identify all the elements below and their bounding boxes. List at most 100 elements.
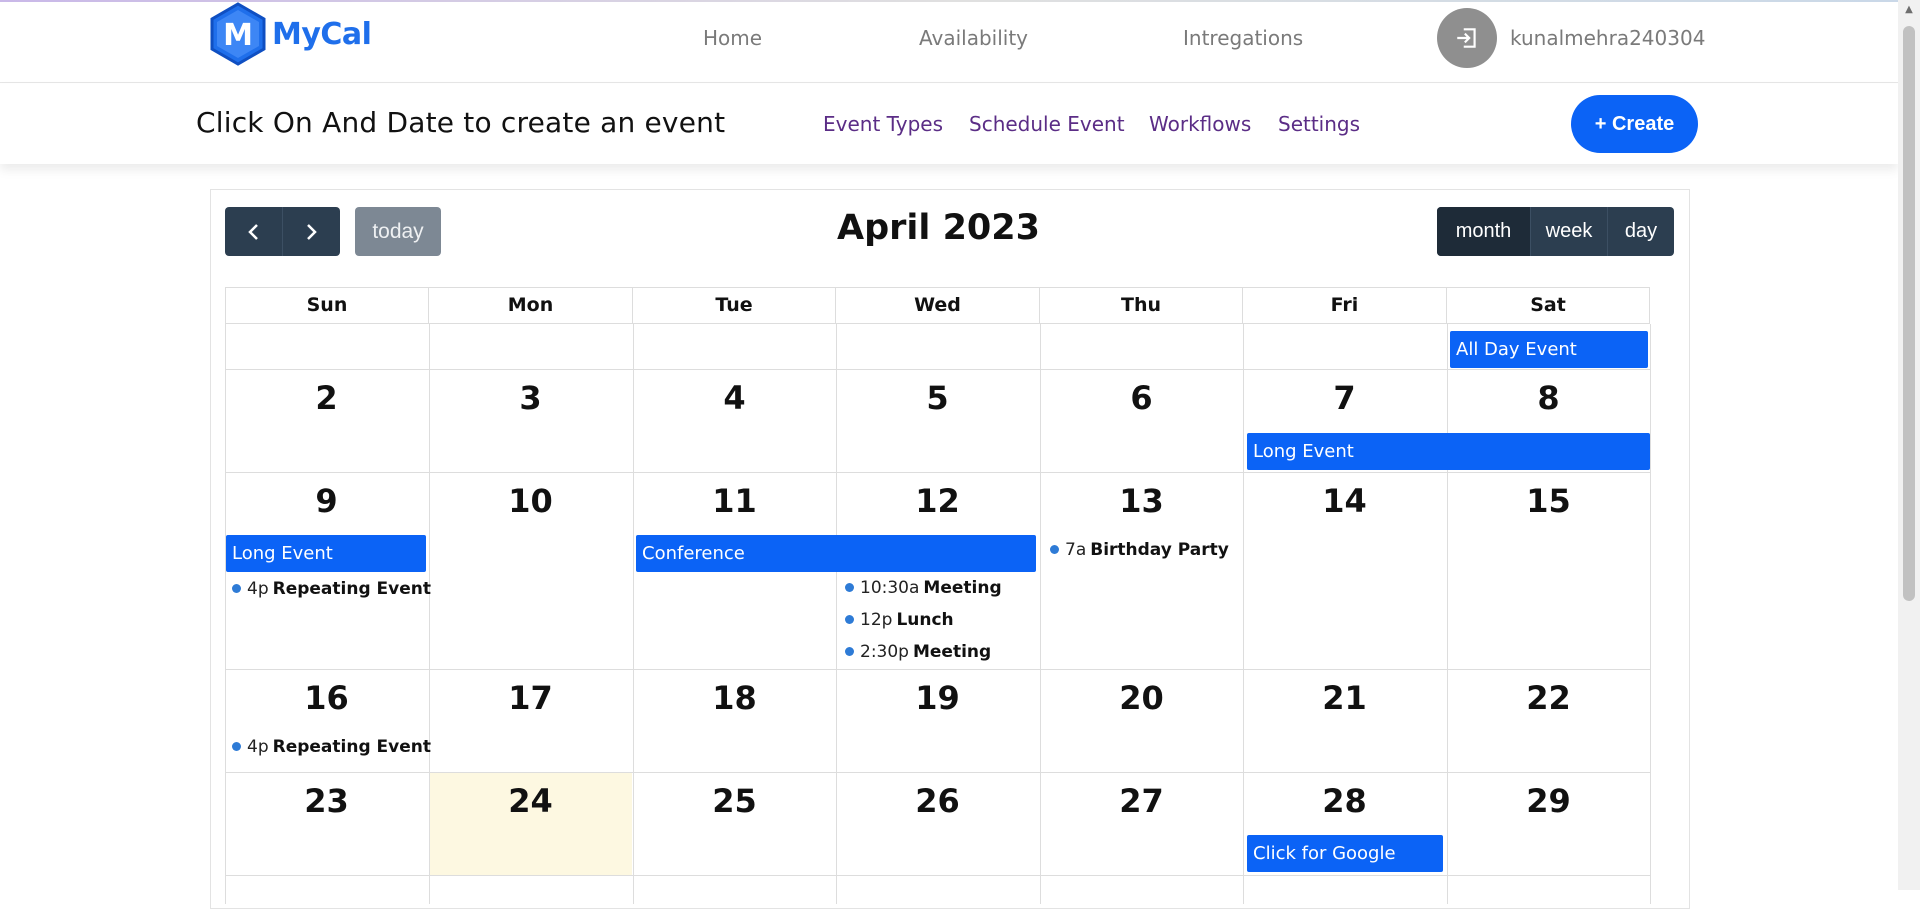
event-dot-icon	[845, 646, 854, 656]
event-repeating[interactable]: 4p Repeating Event	[232, 737, 431, 757]
page-title: Click On And Date to create an event	[196, 106, 726, 139]
day-number[interactable]: 12	[836, 482, 1039, 520]
grid-line	[225, 772, 1650, 773]
day-number[interactable]: 3	[429, 379, 632, 417]
app-name: MyCal	[272, 16, 372, 52]
view-switcher: month week day	[1437, 207, 1674, 256]
event-dot-icon	[232, 741, 241, 751]
day-number[interactable]: 2	[225, 379, 428, 417]
day-number[interactable]: 4	[633, 379, 836, 417]
view-week-button[interactable]: week	[1530, 207, 1607, 256]
day-number[interactable]: 19	[836, 679, 1039, 717]
nav-availability[interactable]: Availability	[919, 26, 1028, 50]
day-number[interactable]: 11	[633, 482, 836, 520]
event-title: Birthday Party	[1090, 540, 1229, 560]
event-all-day[interactable]: All Day Event	[1450, 331, 1648, 368]
sub-header: Click On And Date to create an event Eve…	[0, 84, 1898, 164]
weekday-header: Thu	[1040, 287, 1243, 324]
chevron-left-icon	[247, 223, 258, 240]
next-month-button[interactable]	[282, 207, 339, 256]
day-number[interactable]: 7	[1243, 379, 1446, 417]
username[interactable]: kunalmehra240304	[1510, 26, 1705, 50]
scrollbar-thumb[interactable]	[1903, 26, 1915, 601]
link-schedule-event[interactable]: Schedule Event	[969, 112, 1125, 136]
logo-hex-icon: M	[210, 2, 266, 66]
event-long-event[interactable]: Long Event	[1247, 433, 1650, 470]
event-dot-icon	[845, 614, 854, 624]
day-number[interactable]: 6	[1040, 379, 1243, 417]
weekday-header: Tue	[633, 287, 836, 324]
event-lunch[interactable]: 12p Lunch	[845, 610, 954, 630]
scroll-up-arrow-icon[interactable]: ▲	[1903, 4, 1915, 16]
event-title: Repeating Event	[272, 579, 431, 599]
weekday-header: Sat	[1447, 287, 1650, 324]
event-title: Lunch	[896, 610, 954, 630]
day-number[interactable]: 16	[225, 679, 428, 717]
nav-home[interactable]: Home	[703, 26, 762, 50]
event-time: 12p	[860, 610, 893, 630]
weekday-header: Wed	[836, 287, 1040, 324]
event-time: 4p	[247, 579, 269, 599]
day-number[interactable]: 17	[429, 679, 632, 717]
day-number[interactable]: 25	[633, 782, 836, 820]
event-birthday-party[interactable]: 7a Birthday Party	[1050, 540, 1229, 560]
day-number[interactable]: 23	[225, 782, 428, 820]
day-number[interactable]: 28	[1243, 782, 1446, 820]
grid-line	[225, 369, 1650, 370]
event-click-for-google[interactable]: Click for Google	[1247, 835, 1443, 872]
event-meeting[interactable]: 10:30a Meeting	[845, 578, 1002, 598]
event-time: 4p	[247, 737, 269, 757]
weekday-header: Fri	[1243, 287, 1447, 324]
day-number[interactable]: 14	[1243, 482, 1446, 520]
link-settings[interactable]: Settings	[1278, 112, 1360, 136]
day-number[interactable]: 8	[1447, 379, 1650, 417]
event-long-event[interactable]: Long Event	[226, 535, 426, 572]
day-number[interactable]: 22	[1447, 679, 1650, 717]
event-time: 10:30a	[860, 578, 920, 598]
view-day-button[interactable]: day	[1607, 207, 1674, 256]
day-number[interactable]: 9	[225, 482, 428, 520]
day-number[interactable]: 20	[1040, 679, 1243, 717]
event-title: Meeting	[923, 578, 1002, 598]
event-title: Meeting	[912, 642, 992, 662]
event-repeating[interactable]: 4p Repeating Event	[232, 579, 431, 599]
event-time: 2:30p	[860, 642, 909, 662]
chevron-right-icon	[307, 223, 317, 240]
prev-month-button[interactable]	[225, 207, 282, 256]
grid-line	[225, 875, 1650, 876]
event-time: 7a	[1065, 540, 1087, 560]
link-event-types[interactable]: Event Types	[823, 112, 943, 136]
weekday-header: Mon	[429, 287, 633, 324]
top-navbar: M MyCal Home Availability Intregations k…	[0, 2, 1898, 83]
day-number[interactable]: 26	[836, 782, 1039, 820]
event-title: Repeating Event	[272, 737, 431, 757]
day-number-today[interactable]: 24	[429, 782, 632, 820]
event-conference[interactable]: Conference	[636, 535, 1036, 572]
day-number[interactable]: 18	[633, 679, 836, 717]
grid-line	[1650, 324, 1651, 904]
grid-line	[225, 669, 1650, 670]
create-button[interactable]: + Create	[1571, 95, 1698, 153]
event-dot-icon	[1050, 544, 1059, 554]
logo-letter: M	[223, 18, 253, 53]
nav-integrations[interactable]: Intregations	[1183, 26, 1303, 50]
today-button[interactable]: today	[355, 207, 441, 256]
day-number[interactable]: 15	[1447, 482, 1650, 520]
event-dot-icon	[232, 583, 241, 593]
day-number[interactable]: 21	[1243, 679, 1446, 717]
prev-next-group	[225, 207, 340, 256]
day-number[interactable]: 13	[1040, 482, 1243, 520]
calendar-title: April 2023	[837, 208, 1040, 248]
day-number[interactable]: 29	[1447, 782, 1650, 820]
logout-icon	[1457, 28, 1476, 48]
view-month-button[interactable]: month	[1437, 207, 1530, 256]
app-logo[interactable]: M MyCal	[208, 2, 372, 66]
link-workflows[interactable]: Workflows	[1149, 112, 1251, 136]
day-number[interactable]: 27	[1040, 782, 1243, 820]
weekday-header: Sun	[225, 287, 429, 324]
logout-avatar-button[interactable]	[1437, 8, 1497, 68]
day-number[interactable]: 10	[429, 482, 632, 520]
event-meeting[interactable]: 2:30p Meeting	[845, 642, 991, 662]
event-dot-icon	[845, 582, 854, 592]
day-number[interactable]: 5	[836, 379, 1039, 417]
